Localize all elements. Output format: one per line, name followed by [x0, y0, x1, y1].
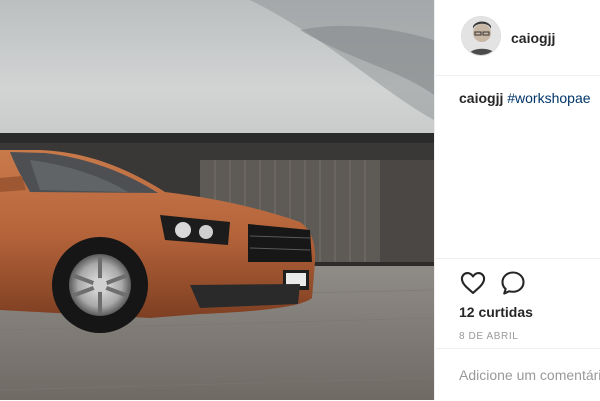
avatar[interactable] — [461, 16, 501, 56]
comment-section — [435, 348, 600, 401]
speech-bubble-icon — [501, 271, 525, 295]
caption-username-link[interactable]: caiogjj — [459, 90, 503, 106]
heart-icon — [460, 272, 486, 294]
avatar-image — [462, 17, 500, 55]
car-photo-image — [0, 0, 434, 400]
comment-input[interactable] — [459, 367, 600, 383]
likes-count[interactable]: 12 curtidas — [459, 304, 533, 320]
comment-button[interactable] — [499, 269, 527, 297]
post-photo[interactable] — [0, 0, 434, 400]
username-link[interactable]: caiogjj — [511, 30, 555, 46]
post-sidebar: caiogjj caiogjj #workshopae 12 curtidas … — [434, 0, 600, 400]
like-button[interactable] — [459, 269, 487, 297]
post-caption: caiogjj #workshopae — [459, 90, 591, 106]
post-date: 8 DE ABRIL — [459, 331, 519, 342]
hashtag-link[interactable]: #workshopae — [507, 90, 590, 106]
post-header: caiogjj — [435, 0, 600, 76]
post-actions — [435, 258, 600, 295]
